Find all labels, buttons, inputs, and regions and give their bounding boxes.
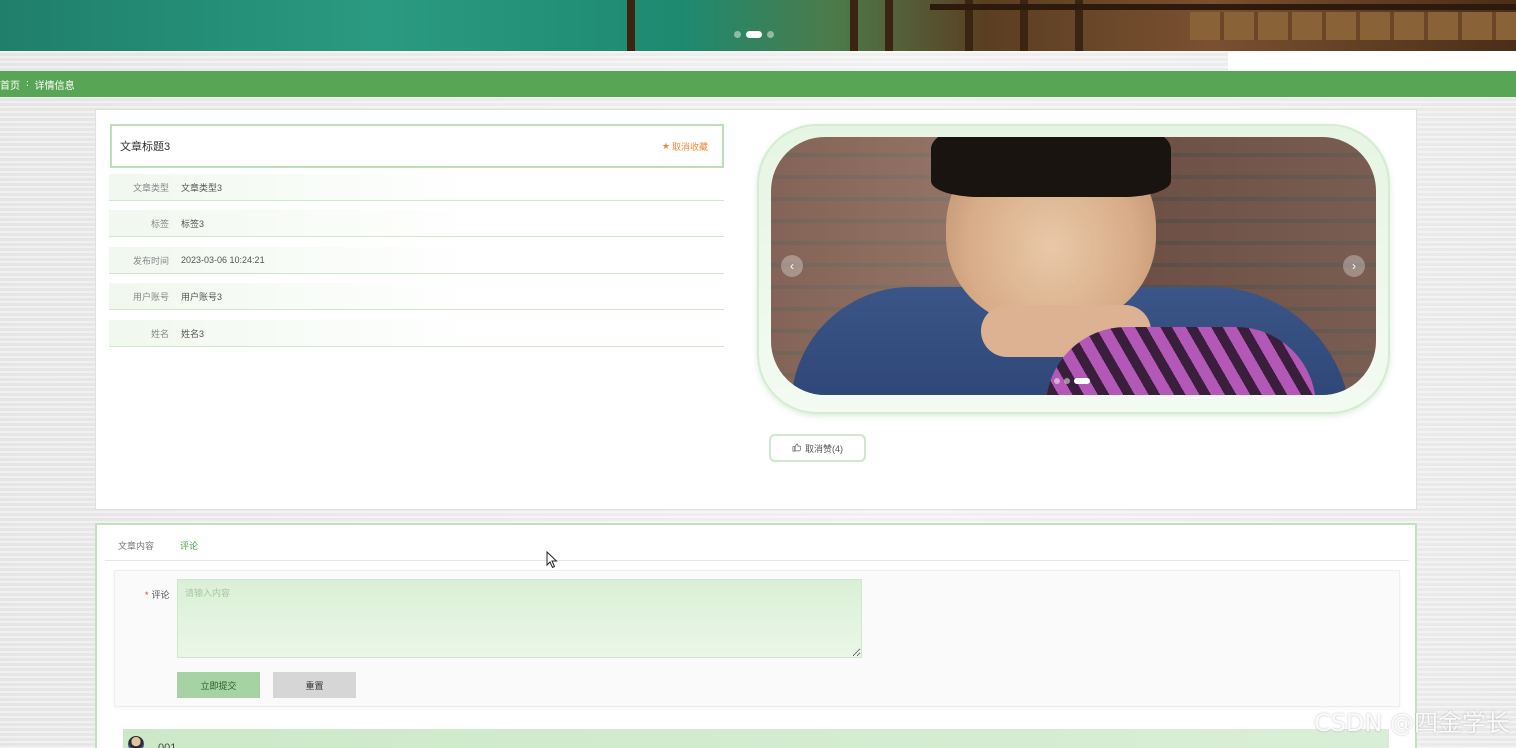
banner-beam: [930, 4, 1516, 10]
info-row-tag: 标签 标签3: [109, 210, 724, 237]
unlike-label: 取消赞(4): [805, 443, 843, 454]
info-label: 用户账号: [132, 291, 169, 302]
carousel-dot[interactable]: [1054, 378, 1060, 384]
photo-bag: [1046, 327, 1316, 395]
star-icon: ★: [661, 140, 670, 151]
banner-indicator[interactable]: [734, 31, 774, 38]
banner-dot[interactable]: [734, 31, 741, 38]
avatar: [128, 736, 144, 748]
carousel-dot[interactable]: [1064, 378, 1070, 384]
article-title-box: 文章标题3 ★ 取消收藏: [110, 124, 724, 168]
banner-post: [885, 0, 893, 51]
banner-dot-active[interactable]: [746, 31, 762, 38]
article-title: 文章标题3: [120, 141, 171, 153]
info-row-name: 姓名 姓名3: [109, 320, 724, 347]
info-value: 用户账号3: [181, 291, 223, 302]
comment-label-text: 评论: [151, 590, 170, 600]
chevron-right-icon: ›: [1352, 259, 1356, 273]
carousel-next-button[interactable]: ›: [1343, 255, 1365, 277]
info-value: 文章类型3: [181, 182, 223, 193]
image-carousel: ‹ ›: [757, 124, 1390, 414]
carousel-prev-button[interactable]: ‹: [781, 255, 803, 277]
breadcrumb: 首页 ∶ 详情信息: [0, 71, 1516, 97]
info-row-account: 用户账号 用户账号3: [109, 283, 724, 310]
required-mark: *: [145, 590, 149, 600]
info-value: 姓名3: [181, 328, 205, 339]
carousel-dot-active[interactable]: [1074, 378, 1090, 384]
mouse-pointer-icon: [546, 551, 558, 569]
content-tabs-card: 文章内容 评论 *评论 立即提交 重置 001: [95, 523, 1417, 748]
carousel-image: ‹ ›: [771, 137, 1376, 395]
banner-post: [850, 0, 858, 51]
info-value: 标签3: [181, 218, 205, 229]
top-banner: [0, 0, 1516, 51]
unfavorite-button[interactable]: ★ 取消收藏: [662, 140, 708, 153]
comment-username: 001: [158, 742, 177, 748]
banner-dot[interactable]: [767, 31, 774, 38]
comment-form: *评论 立即提交 重置: [114, 570, 1400, 707]
reset-button[interactable]: 重置: [273, 672, 356, 698]
info-label: 发布时间: [132, 255, 169, 266]
thumbs-up-icon: [792, 443, 802, 454]
carousel-indicator[interactable]: [1054, 378, 1090, 384]
info-value: 2023-03-06 10:24:21: [181, 255, 265, 265]
info-row-publish-time: 发布时间 2023-03-06 10:24:21: [109, 247, 724, 274]
chevron-left-icon: ‹: [790, 259, 794, 273]
tab-comments[interactable]: 评论: [167, 535, 211, 560]
banner-plank: [1190, 12, 1516, 40]
banner-post: [627, 0, 635, 51]
info-label: 文章类型: [132, 182, 169, 193]
info-row-type: 文章类型 文章类型3: [109, 174, 724, 201]
comment-item: 001: [123, 729, 1389, 748]
unlike-button[interactable]: 取消赞(4): [769, 434, 866, 462]
breadcrumb-separator: ∶: [26, 78, 29, 90]
submit-button[interactable]: 立即提交: [177, 672, 260, 698]
tab-article-content[interactable]: 文章内容: [105, 535, 167, 560]
watermark: CSDN @四金学长: [1313, 709, 1510, 737]
unfavorite-label: 取消收藏: [671, 141, 708, 152]
comment-input[interactable]: [177, 579, 862, 658]
header-strip: [1228, 51, 1516, 71]
comment-field-label: * 评论: [145, 588, 170, 601]
tab-bar: 文章内容 评论: [105, 535, 1409, 561]
breadcrumb-current: 详情信息: [34, 80, 75, 92]
breadcrumb-home[interactable]: 首页: [0, 77, 20, 92]
info-label: 标签: [150, 218, 169, 229]
info-label: 姓名: [150, 328, 169, 339]
detail-card: 文章标题3 ★ 取消收藏 文章类型 文章类型3 标签 标签3 发布时间 2023…: [95, 109, 1417, 510]
photo-hair: [931, 137, 1171, 197]
